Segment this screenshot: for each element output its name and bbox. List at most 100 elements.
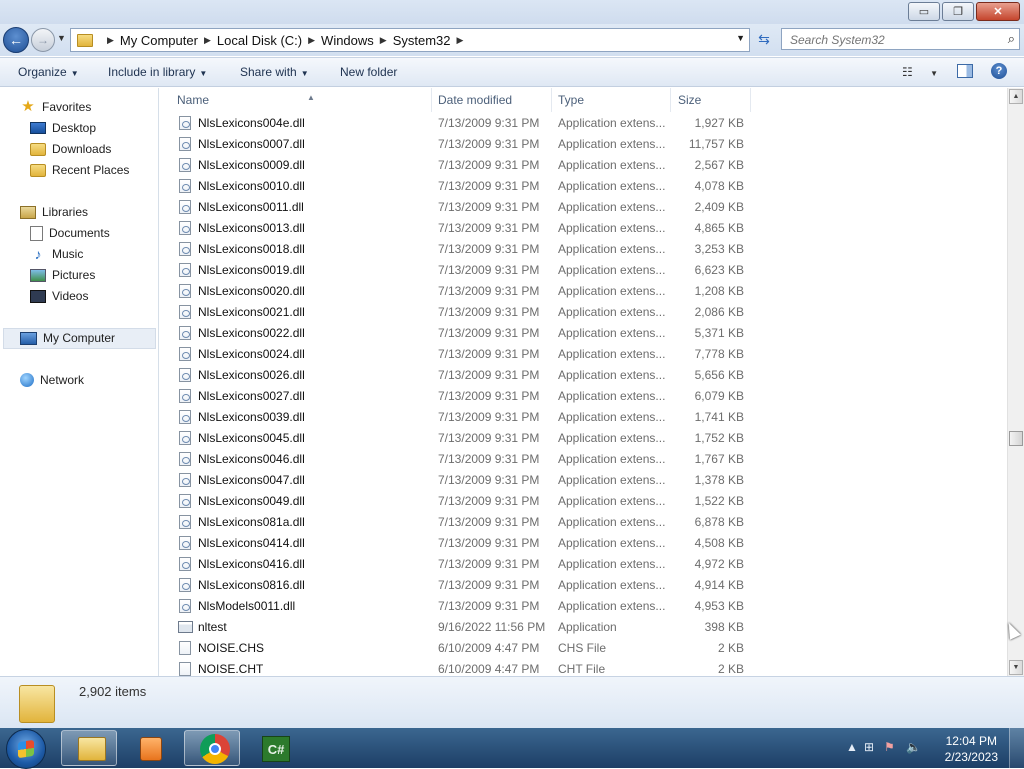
- back-button[interactable]: ←: [3, 27, 29, 53]
- nav-videos[interactable]: Videos: [30, 287, 88, 305]
- chevron-right-icon[interactable]: ▶: [457, 35, 464, 46]
- preview-pane-button[interactable]: [957, 64, 973, 78]
- network-tray-icon[interactable]: ⊞: [864, 740, 874, 754]
- file-row[interactable]: NlsLexicons0018.dll 7/13/2009 9:31 PM Appl…: [160, 239, 760, 260]
- taskbar-csharp-button[interactable]: C#: [245, 730, 301, 766]
- file-row[interactable]: NlsLexicons0007.dll 7/13/2009 9:31 PM Appl…: [160, 134, 760, 155]
- file-row[interactable]: NlsLexicons004e.dll 7/13/2009 9:31 PM Appl…: [160, 113, 760, 134]
- details-view-icon: ☷: [902, 65, 913, 79]
- file-row[interactable]: NlsLexicons0026.dll 7/13/2009 9:31 PM Appl…: [160, 365, 760, 386]
- nav-downloads[interactable]: Downloads: [30, 140, 111, 158]
- start-button[interactable]: [6, 729, 46, 769]
- search-box[interactable]: ⌕: [781, 28, 1020, 50]
- breadcrumb-system32[interactable]: System32: [393, 33, 451, 48]
- file-row[interactable]: NlsLexicons0022.dll 7/13/2009 9:31 PM Appl…: [160, 323, 760, 344]
- videos-icon: [30, 289, 46, 303]
- file-row[interactable]: NlsLexicons0020.dll 7/13/2009 9:31 PM Appl…: [160, 281, 760, 302]
- taskbar-explorer-button[interactable]: [61, 730, 117, 766]
- share-with-button[interactable]: Share with ▼: [240, 65, 309, 79]
- file-type: Application extens...: [558, 200, 666, 214]
- file-date-modified: 7/13/2009 9:31 PM: [438, 452, 540, 466]
- chevron-right-icon[interactable]: ▶: [380, 35, 387, 46]
- nav-pictures[interactable]: Pictures: [30, 266, 95, 284]
- breadcrumb-my-computer[interactable]: My Computer: [120, 33, 198, 48]
- file-name: NOISE.CHT: [198, 662, 264, 676]
- dll-icon: [179, 179, 191, 193]
- nav-music[interactable]: ♪ Music: [30, 245, 84, 263]
- breadcrumb-windows[interactable]: Windows: [321, 33, 374, 48]
- scrollbar-thumb[interactable]: [1009, 431, 1023, 446]
- column-name[interactable]: Name ▲: [170, 88, 432, 112]
- file-row[interactable]: NlsLexicons0021.dll 7/13/2009 9:31 PM Appl…: [160, 302, 760, 323]
- nav-my-computer[interactable]: My Computer: [20, 329, 115, 347]
- help-button[interactable]: ?: [991, 63, 1007, 79]
- file-row[interactable]: NlsLexicons0013.dll 7/13/2009 9:31 PM Appl…: [160, 218, 760, 239]
- taskbar-media-player-button[interactable]: [120, 730, 176, 766]
- forward-button[interactable]: →: [31, 28, 55, 52]
- taskbar-chrome-button[interactable]: [184, 730, 240, 766]
- window-controls: ▭ ❐ ✕: [908, 2, 1020, 21]
- column-date-modified[interactable]: Date modified: [431, 88, 552, 112]
- file-row[interactable]: NlsLexicons0816.dll 7/13/2009 9:31 PM Appl…: [160, 575, 760, 596]
- vertical-scrollbar[interactable]: ▲ ▼: [1007, 88, 1024, 676]
- organize-button[interactable]: Organize ▼: [18, 65, 79, 79]
- nav-desktop[interactable]: Desktop: [30, 119, 96, 137]
- file-row[interactable]: NlsLexicons0414.dll 7/13/2009 9:31 PM Appl…: [160, 533, 760, 554]
- chevron-right-icon[interactable]: ▶: [107, 35, 114, 46]
- nav-favorites[interactable]: ★ Favorites: [20, 98, 91, 116]
- new-folder-button[interactable]: New folder: [340, 65, 397, 79]
- column-type[interactable]: Type: [551, 88, 671, 112]
- show-desktop-button[interactable]: [1009, 728, 1024, 768]
- action-center-icon[interactable]: ⚑: [884, 740, 895, 754]
- file-row[interactable]: NlsLexicons0010.dll 7/13/2009 9:31 PM Appl…: [160, 176, 760, 197]
- recent-pages-dropdown[interactable]: ▼: [57, 33, 66, 43]
- clock[interactable]: 12:04 PM 2/23/2023: [945, 733, 998, 765]
- file-name: NlsLexicons0414.dll: [198, 536, 305, 550]
- file-name: NlsLexicons0049.dll: [198, 494, 305, 508]
- file-row[interactable]: NlsLexicons0039.dll 7/13/2009 9:31 PM Appl…: [160, 407, 760, 428]
- file-type: Application extens...: [558, 431, 666, 445]
- nav-recent-places[interactable]: Recent Places: [30, 161, 129, 179]
- file-row[interactable]: NlsLexicons0416.dll 7/13/2009 9:31 PM Appl…: [160, 554, 760, 575]
- file-type: Application extens...: [558, 137, 666, 151]
- file-size: 4,914 KB: [694, 578, 744, 592]
- file-row[interactable]: NlsLexicons0011.dll 7/13/2009 9:31 PM Appl…: [160, 197, 760, 218]
- show-hidden-icons-button[interactable]: ▲: [846, 740, 858, 754]
- nav-downloads-label: Downloads: [52, 142, 112, 156]
- chevron-down-icon: ▼: [199, 69, 208, 78]
- column-size[interactable]: Size: [671, 88, 751, 112]
- file-row[interactable]: NlsLexicons081a.dll 7/13/2009 9:31 PM Appl…: [160, 512, 760, 533]
- change-view-button[interactable]: ☷ ▼: [902, 65, 938, 79]
- file-row[interactable]: NOISE.CHS 6/10/2009 4:47 PM CHS File 2 KB: [160, 638, 760, 659]
- file-row[interactable]: nltest 9/16/2022 11:56 PM Application 398 K…: [160, 617, 760, 638]
- address-bar[interactable]: ▶ My Computer ▶ Local Disk (C:) ▶ Window…: [70, 28, 750, 52]
- file-row[interactable]: NlsLexicons0049.dll 7/13/2009 9:31 PM Appl…: [160, 491, 760, 512]
- file-row[interactable]: NlsLexicons0024.dll 7/13/2009 9:31 PM Appl…: [160, 344, 760, 365]
- include-in-library-button[interactable]: Include in library ▼: [108, 65, 207, 79]
- nav-network[interactable]: Network: [20, 371, 84, 389]
- nav-documents[interactable]: Documents: [30, 224, 110, 242]
- chevron-right-icon[interactable]: ▶: [204, 35, 211, 46]
- maximize-button[interactable]: ❐: [942, 2, 974, 21]
- close-button[interactable]: ✕: [976, 2, 1020, 21]
- file-row[interactable]: NOISE.CHT 6/10/2009 4:47 PM CHT File 2 KB: [160, 659, 760, 676]
- file-row[interactable]: NlsLexicons0009.dll 7/13/2009 9:31 PM Appl…: [160, 155, 760, 176]
- search-input[interactable]: [788, 30, 992, 50]
- file-row[interactable]: NlsLexicons0047.dll 7/13/2009 9:31 PM Appl…: [160, 470, 760, 491]
- file-size: 4,508 KB: [694, 536, 744, 550]
- scroll-down-button[interactable]: ▼: [1009, 660, 1023, 675]
- file-row[interactable]: NlsLexicons0019.dll 7/13/2009 9:31 PM Appl…: [160, 260, 760, 281]
- file-row[interactable]: NlsModels0011.dll 7/13/2009 9:31 PM Applic…: [160, 596, 760, 617]
- chevron-right-icon[interactable]: ▶: [308, 35, 315, 46]
- file-row[interactable]: NlsLexicons0046.dll 7/13/2009 9:31 PM Appl…: [160, 449, 760, 470]
- breadcrumb-local-disk[interactable]: Local Disk (C:): [217, 33, 302, 48]
- file-row[interactable]: NlsLexicons0045.dll 7/13/2009 9:31 PM Appl…: [160, 428, 760, 449]
- refresh-button[interactable]: ⇆: [752, 28, 776, 50]
- volume-icon[interactable]: 🔈: [906, 740, 921, 754]
- minimize-button[interactable]: ▭: [908, 2, 940, 21]
- nav-libraries[interactable]: Libraries: [20, 203, 88, 221]
- search-icon[interactable]: ⌕: [1008, 31, 1015, 47]
- file-row[interactable]: NlsLexicons0027.dll 7/13/2009 9:31 PM Appl…: [160, 386, 760, 407]
- scroll-up-button[interactable]: ▲: [1009, 89, 1023, 104]
- address-dropdown-button[interactable]: ▼: [736, 33, 745, 43]
